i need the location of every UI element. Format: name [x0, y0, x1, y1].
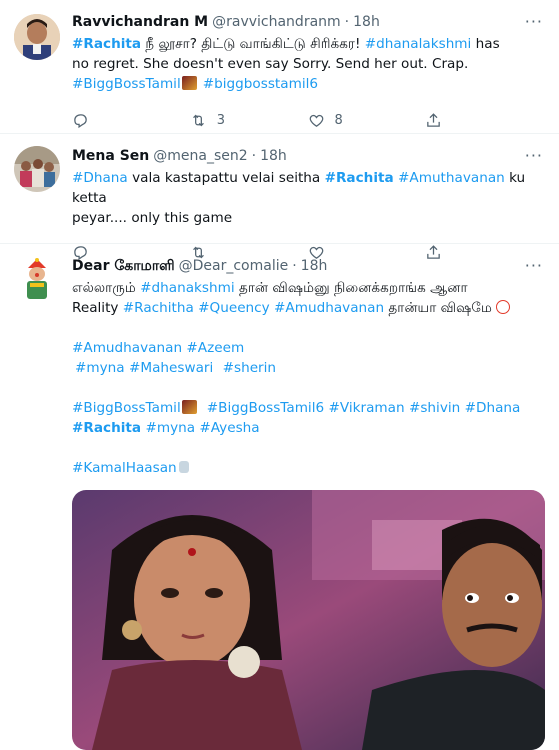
author-handle[interactable]: @Dear_comalie	[179, 256, 289, 276]
hashtag[interactable]: #Vikraman	[328, 400, 404, 416]
tweet-header: Ravvichandran M @ravvichandranm · 18h	[72, 12, 543, 32]
text-line: no regret. She doesn't even say Sorry. S…	[72, 56, 469, 72]
hashtag[interactable]: #Dhana	[465, 400, 521, 416]
tweet[interactable]: Mena Sen @mena_sen2 · 18h ··· #Dhana val…	[0, 134, 559, 260]
hashtag[interactable]: #Dhana	[72, 170, 128, 186]
hashtag[interactable]: #Rachita	[325, 170, 394, 186]
hashtag[interactable]: #sherin	[223, 360, 276, 376]
hashtag[interactable]: #myna	[75, 360, 125, 376]
separator-dot: ·	[292, 258, 297, 274]
hashtag[interactable]: #BiggBossTamil6	[207, 400, 324, 416]
hashtag[interactable]: #Amudhavanan	[72, 340, 182, 356]
avatar-image	[14, 256, 60, 302]
tweet-media-image[interactable]	[72, 490, 545, 750]
share-button[interactable]	[425, 112, 543, 129]
more-horizontal-icon[interactable]: ···	[525, 146, 543, 165]
share-icon	[427, 112, 441, 127]
hashtag[interactable]: #Ayesha	[199, 420, 259, 436]
retweet-icon	[192, 114, 204, 126]
retweet-button[interactable]: 3	[190, 112, 308, 129]
tweet[interactable]: Dear கோமாளி @Dear_comalie · 18h ··· எல்ல…	[0, 244, 559, 750]
clown-face-icon	[496, 300, 511, 314]
hashtag[interactable]: #Rachita	[72, 420, 141, 436]
hashtag[interactable]: #myna	[145, 420, 195, 436]
reply-button[interactable]	[72, 112, 190, 129]
tweet-text: #Dhana vala kastapattu velai seitha #Rac…	[72, 168, 543, 228]
hashtag[interactable]: #Amuthavanan	[398, 170, 505, 186]
more-horizontal-icon[interactable]: ···	[525, 256, 543, 275]
tweet-text: எல்லாரும் #dhanakshmi தான் விஷம்னு நினைக…	[72, 278, 543, 478]
hashtag[interactable]: #Azeem	[186, 340, 244, 356]
hashtag[interactable]: #dhanalakshmi	[365, 36, 472, 52]
like-count: 8	[334, 112, 343, 128]
more-horizontal-icon[interactable]: ···	[525, 12, 543, 31]
author-handle[interactable]: @ravvichandranm	[212, 12, 341, 32]
text-line: peyar.... only this game	[72, 210, 233, 226]
tweet-header: Mena Sen @mena_sen2 · 18h	[72, 146, 543, 166]
text-span: தான்யா விஷமே	[384, 300, 497, 316]
author-handle[interactable]: @mena_sen2	[153, 146, 247, 166]
hashtag[interactable]: #dhanakshmi	[140, 280, 235, 296]
avatar-image	[14, 14, 60, 60]
reply-icon	[74, 113, 87, 128]
author-name[interactable]: Dear கோமாளி	[72, 256, 175, 276]
text-span: has	[471, 36, 500, 52]
clapping-hands-icon	[178, 461, 189, 473]
separator-dot: ·	[344, 14, 350, 30]
media-photo	[72, 490, 545, 750]
tweet-text: #Rachita நீ லூசா? திட்டு வாங்கிட்டு சிரி…	[72, 34, 543, 94]
hashtag[interactable]: #biggbosstamil6	[203, 76, 318, 92]
text-span: vala kastapattu velai seitha	[127, 170, 325, 186]
avatar[interactable]	[14, 256, 60, 302]
text-span: நீ லூசா? திட்டு வாங்கிட்டு சிரிக்கர!	[141, 36, 365, 52]
heart-icon	[309, 114, 323, 127]
hashtag[interactable]: #Amudhavanan	[274, 300, 384, 316]
tweet-header: Dear கோமாளி @Dear_comalie · 18h	[72, 256, 543, 276]
bigg-boss-emoji-icon	[181, 76, 197, 90]
avatar[interactable]	[14, 14, 60, 60]
avatar[interactable]	[14, 146, 60, 192]
hashtag[interactable]: #KamalHaasan	[72, 460, 177, 476]
separator-dot: ·	[251, 148, 257, 164]
hashtag[interactable]: #BiggBossTamil	[72, 400, 181, 416]
author-name[interactable]: Ravvichandran M	[72, 12, 208, 32]
tweet[interactable]: Ravvichandran M @ravvichandranm · 18h ··…	[0, 0, 559, 134]
timestamp[interactable]: 18h	[301, 256, 328, 276]
author-name[interactable]: Mena Sen	[72, 146, 149, 166]
bigg-boss-emoji-icon	[181, 400, 197, 414]
avatar-image	[14, 146, 60, 192]
hashtag[interactable]: #Maheswari	[129, 360, 213, 376]
retweet-count: 3	[216, 112, 226, 128]
hashtag[interactable]: #Rachita	[72, 36, 141, 52]
hashtag[interactable]: #Queency	[198, 300, 270, 316]
timestamp[interactable]: 18h	[260, 146, 287, 166]
text-span: தான் விஷம்னு நினைக்கறாங்க ஆனா	[234, 280, 468, 296]
like-button[interactable]: 8	[308, 112, 426, 129]
text-span: Reality	[72, 300, 123, 316]
text-span: எல்லாரும்	[72, 280, 141, 296]
hashtag[interactable]: #shivin	[409, 400, 460, 416]
hashtag[interactable]: #BiggBossTamil	[72, 76, 181, 92]
hashtag[interactable]: #Rachitha	[123, 300, 194, 316]
timestamp[interactable]: 18h	[353, 12, 380, 32]
